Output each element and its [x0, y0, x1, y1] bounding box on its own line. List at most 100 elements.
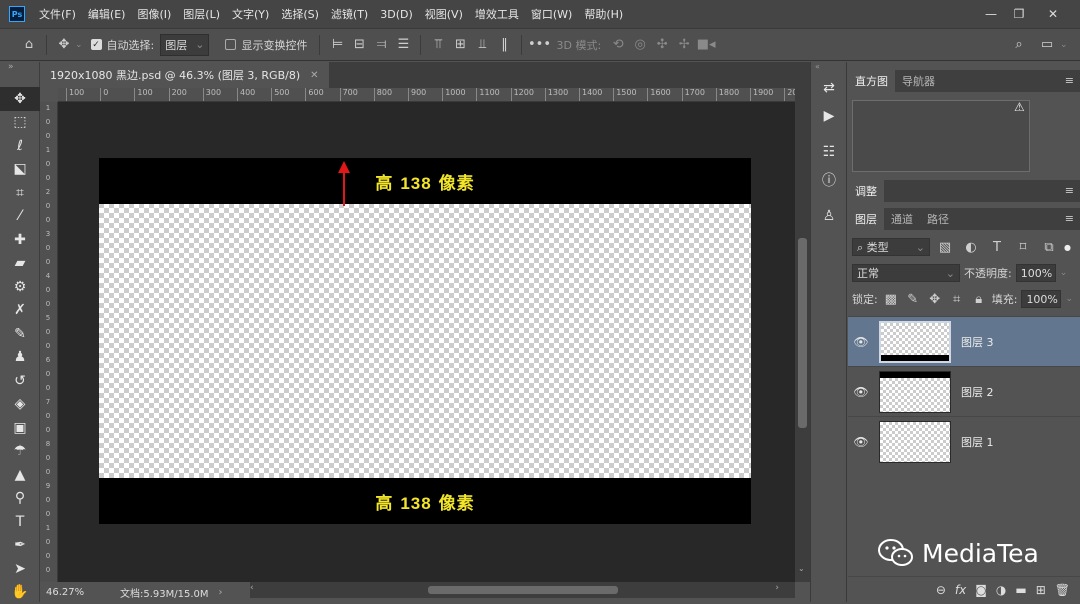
lock-artboard-icon[interactable]: ⌗ [948, 288, 966, 310]
layer-row[interactable]: 👁︎ 图层 1 [848, 416, 1080, 466]
lock-all-icon[interactable]: 🔒︎ [970, 288, 988, 310]
fx-icon[interactable]: fx [955, 583, 966, 597]
auto-select-dropdown[interactable]: 图层⌄ [160, 34, 209, 56]
blur-tool-icon[interactable]: ☂ [0, 440, 40, 464]
eraser-tool-icon[interactable]: ◈ [0, 393, 40, 417]
camera-3d-icon[interactable]: ■◂ [695, 34, 717, 56]
tab-navigator[interactable]: 导航器 [895, 70, 942, 92]
align-center-icon[interactable]: ⊟ [348, 34, 370, 56]
horizontal-scrollbar[interactable]: ‹ › [250, 582, 795, 598]
orbit-3d-icon[interactable]: ⟲ [607, 34, 629, 56]
menu-plugins[interactable]: 增效工具 [469, 6, 525, 22]
menu-3d[interactable]: 3D(D) [374, 8, 419, 21]
move-tool-icon[interactable]: ✥ [0, 87, 40, 111]
show-transform-checkbox[interactable] [225, 39, 236, 50]
opacity-field[interactable]: 100% [1016, 264, 1056, 282]
maximize-icon[interactable]: ❐ [1004, 0, 1034, 28]
chevron-down-icon[interactable]: ⌄ [1065, 294, 1073, 304]
layer-row[interactable]: 👁︎ 图层 3 [848, 316, 1080, 366]
content-aware-move-icon[interactable]: ✗ [0, 299, 40, 323]
more-icon[interactable]: ••• [528, 34, 550, 56]
align-left-icon[interactable]: ⊨ [326, 34, 348, 56]
new-group-icon[interactable]: ▬ [1015, 583, 1026, 597]
lock-move-icon[interactable]: ✥ [926, 288, 944, 310]
align-right-icon[interactable]: ⫤ [370, 34, 392, 56]
workspace-icon[interactable]: ▭ [1036, 34, 1058, 56]
delete-icon[interactable]: 🗑︎ [1055, 583, 1070, 597]
visibility-eye-icon[interactable]: 👁︎ [848, 385, 874, 399]
eyedropper-tool-icon[interactable]: ⁄ [0, 205, 40, 229]
align-top-icon[interactable]: ⫪ [427, 34, 449, 56]
menu-select[interactable]: 选择(S) [275, 6, 325, 22]
brush-tool-icon[interactable]: ✎ [0, 322, 40, 346]
history-panel-icon[interactable]: ⇄ [811, 74, 847, 102]
new-layer-icon[interactable]: ⊞ [1036, 583, 1046, 597]
chevron-down-icon[interactable]: ⌄ [1060, 40, 1068, 50]
visibility-eye-icon[interactable]: 👁︎ [848, 335, 874, 349]
pan-3d-icon[interactable]: ✣ [651, 34, 673, 56]
warning-icon[interactable]: ⚠ [1014, 100, 1025, 114]
blend-mode-dropdown[interactable]: 正常⌄ [852, 264, 960, 282]
sharpen-tool-icon[interactable]: ▲ [0, 463, 40, 487]
vertical-scrollbar[interactable]: ⌄ [795, 88, 810, 582]
layer-name[interactable]: 图层 1 [961, 434, 994, 450]
close-tab-icon[interactable]: ✕ [310, 70, 318, 81]
type-tool-icon[interactable]: T [0, 510, 40, 534]
lock-transparent-icon[interactable]: ▩ [882, 288, 900, 310]
scroll-down-icon[interactable]: ⌄ [798, 564, 805, 573]
search-icon[interactable]: ⌕ [1008, 34, 1030, 56]
menu-window[interactable]: 窗口(W) [525, 6, 578, 22]
menu-help[interactable]: 帮助(H) [578, 6, 629, 22]
bandage-icon[interactable]: ▰ [0, 252, 40, 276]
stamp-tool-icon[interactable]: ♟ [0, 346, 40, 370]
roll-3d-icon[interactable]: ◎ [629, 34, 651, 56]
collapse-icon[interactable]: » [0, 62, 39, 87]
distribute-vertical-icon[interactable]: ‖ [493, 34, 515, 56]
menu-image[interactable]: 图像(I) [131, 6, 177, 22]
minimize-icon[interactable]: — [976, 0, 1006, 28]
scroll-right-icon[interactable]: › [775, 583, 779, 593]
menu-view[interactable]: 视图(V) [419, 6, 469, 22]
lasso-tool-icon[interactable]: ℓ [0, 134, 40, 158]
menu-layer[interactable]: 图层(L) [177, 6, 226, 22]
fill-field[interactable]: 100% [1021, 290, 1061, 308]
align-bottom-icon[interactable]: ⫫ [471, 34, 493, 56]
document-canvas[interactable]: 高 138 像素 高 138 像素 [99, 158, 751, 524]
patch-tool-icon[interactable]: ⚙ [0, 275, 40, 299]
actions-play-icon[interactable]: ▶ [811, 102, 847, 130]
chevron-down-icon[interactable]: ⌄ [1060, 268, 1068, 278]
filter-toggle-icon[interactable]: ● [1064, 243, 1071, 252]
home-icon[interactable]: ⌂ [18, 34, 40, 56]
object-select-tool-icon[interactable]: ⬕ [0, 158, 40, 182]
panel-menu-icon[interactable]: ≡ [1065, 184, 1074, 197]
filter-type-icon[interactable]: T [986, 236, 1008, 258]
gradient-tool-icon[interactable]: ▣ [0, 416, 40, 440]
distribute-icon[interactable]: ☰ [392, 34, 414, 56]
chevron-down-icon[interactable]: ⌄ [75, 40, 83, 50]
adjustment-layer-icon[interactable]: ◑ [996, 583, 1006, 597]
move-tool-icon[interactable]: ✥ [53, 34, 75, 56]
healing-brush-icon[interactable]: ✚ [0, 228, 40, 252]
pen-tool-icon[interactable]: ✒ [0, 534, 40, 558]
lock-paint-icon[interactable]: ✎ [904, 288, 922, 310]
libraries-panel-icon[interactable]: ♙ [811, 202, 847, 230]
filter-smart-icon[interactable]: ⧉ [1038, 236, 1060, 258]
panel-menu-icon[interactable]: ≡ [1065, 212, 1074, 225]
tab-channels[interactable]: 通道 [884, 208, 920, 230]
marquee-tool-icon[interactable]: ⬚ [0, 111, 40, 135]
align-middle-icon[interactable]: ⊞ [449, 34, 471, 56]
layer-row[interactable]: 👁︎ 图层 2 [848, 366, 1080, 416]
close-icon[interactable]: ✕ [1038, 0, 1068, 28]
tab-layers[interactable]: 图层 [848, 208, 884, 230]
hand-tool-icon[interactable]: ✋ [0, 581, 40, 604]
panel-menu-icon[interactable]: ≡ [1065, 74, 1074, 87]
slide-3d-icon[interactable]: ✢ [673, 34, 695, 56]
path-select-tool-icon[interactable]: ➤ [0, 557, 40, 581]
tab-paths[interactable]: 路径 [920, 208, 956, 230]
collapse-icon[interactable]: « [811, 62, 846, 74]
info-icon[interactable]: ⓘ [811, 166, 847, 194]
status-arrow-icon[interactable]: › [219, 587, 223, 598]
layer-name[interactable]: 图层 2 [961, 384, 994, 400]
auto-select-checkbox[interactable]: ✓ [91, 39, 102, 50]
menu-edit[interactable]: 编辑(E) [82, 6, 132, 22]
